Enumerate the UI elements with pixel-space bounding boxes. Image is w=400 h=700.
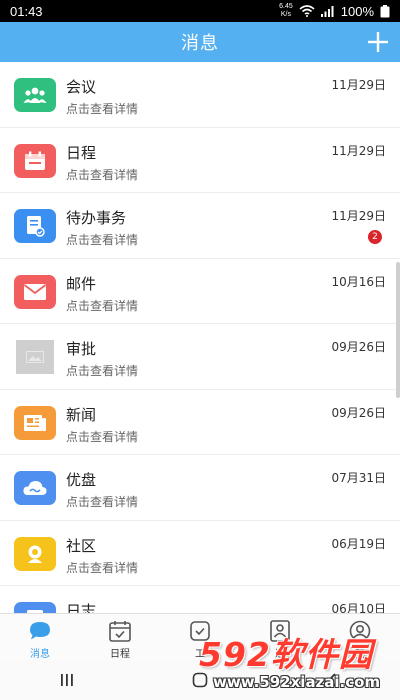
message-title: 审批 [66, 340, 97, 358]
meeting-group-icon [14, 78, 56, 112]
community-icon [14, 536, 56, 571]
tab-label: 工 [195, 649, 205, 660]
message-date: 06月10日 [331, 602, 386, 613]
home-button-icon [192, 672, 208, 688]
tab-contacts[interactable]: 通 [240, 614, 320, 660]
message-item-log[interactable]: 日志 06月10日 [0, 586, 400, 613]
message-item-meeting[interactable]: 会议 点击查看详情 11月29日 [0, 62, 400, 128]
tab-work[interactable]: 工 [160, 614, 240, 660]
message-date: 11月29日 [331, 143, 386, 158]
battery-percent: 100% [340, 3, 374, 19]
image-placeholder-icon [16, 340, 54, 374]
newspaper-icon [14, 405, 56, 440]
tab-label: 日程 [110, 649, 130, 660]
mail-envelope-icon [14, 274, 56, 309]
message-subtitle: 点击查看详情 [66, 364, 139, 378]
message-list[interactable]: 会议 点击查看详情 11月29日 日程 点击查看详情 11月29日 待办事务 点… [0, 62, 400, 613]
message-item-approval[interactable]: 审批 点击查看详情 09月26日 [0, 324, 400, 390]
message-item-mail[interactable]: 邮件 点击查看详情 10月16日 [0, 259, 400, 324]
message-title: 会议 [66, 78, 97, 96]
message-title: 日程 [66, 143, 97, 162]
add-button[interactable] [364, 28, 392, 56]
message-title: 社区 [66, 536, 97, 555]
calendar-check-icon [109, 621, 131, 642]
app-header: 消息 [0, 22, 400, 62]
unread-count-badge: 2 [368, 230, 382, 244]
log-book-icon [14, 602, 56, 613]
battery-icon [380, 4, 390, 17]
chat-bubble-icon [30, 622, 50, 640]
cloud-disk-icon [14, 471, 56, 505]
message-subtitle: 点击查看详情 [66, 233, 139, 247]
message-subtitle: 点击查看详情 [66, 167, 139, 182]
status-time: 01:43 [10, 3, 43, 19]
message-item-schedule[interactable]: 日程 点击查看详情 11月29日 [0, 128, 400, 193]
message-subtitle: 点击查看详情 [66, 102, 139, 116]
plus-icon [368, 32, 388, 52]
tab-label: 消息 [30, 649, 50, 660]
message-date: 09月26日 [331, 405, 386, 420]
todo-document-icon [14, 209, 56, 243]
message-date: 06月19日 [331, 536, 386, 551]
scrollbar-handle[interactable] [396, 262, 400, 398]
tab-messages[interactable]: 消息 [0, 614, 80, 660]
status-indicators: 6.45 K/s 100% [279, 3, 390, 19]
tab-label: 我 [355, 649, 365, 660]
message-subtitle: 点击查看详情 [66, 495, 139, 509]
profile-icon [349, 620, 371, 642]
message-subtitle: 点击查看详情 [66, 429, 139, 444]
message-subtitle: 点击查看详情 [66, 298, 139, 313]
message-title: 日志 [66, 602, 97, 613]
message-subtitle: 点击查看详情 [66, 560, 139, 575]
message-item-community[interactable]: 社区 点击查看详情 06月19日 [0, 521, 400, 586]
status-bar: 01:43 6.45 K/s 100% [0, 0, 400, 22]
work-icon [190, 621, 210, 641]
message-date: 10月16日 [331, 274, 386, 289]
message-title: 邮件 [66, 274, 97, 293]
back-button-icon [328, 673, 336, 687]
recents-button-icon [60, 674, 73, 686]
message-title: 优盘 [66, 471, 97, 489]
tab-profile[interactable]: 我 [320, 614, 400, 660]
contacts-icon [270, 620, 290, 642]
message-date: 09月26日 [331, 340, 386, 354]
message-item-udisk[interactable]: 优盘 点击查看详情 07月31日 [0, 455, 400, 521]
message-title: 新闻 [66, 405, 97, 424]
message-item-todo[interactable]: 待办事务 点击查看详情 11月29日 2 [0, 193, 400, 259]
message-date: 11月29日 [331, 78, 386, 92]
message-item-news[interactable]: 新闻 点击查看详情 09月26日 [0, 390, 400, 455]
back-button[interactable] [303, 665, 363, 695]
tab-label: 通 [275, 649, 285, 660]
message-title: 待办事务 [66, 209, 127, 227]
bottom-tab-bar: 消息 日程 工 通 我 [0, 613, 400, 660]
recents-button[interactable] [37, 665, 97, 695]
page-title: 消息 [181, 33, 219, 54]
signal-icon [320, 6, 334, 17]
message-date: 11月29日 [331, 209, 386, 223]
calendar-icon [14, 143, 56, 178]
system-nav-bar [0, 660, 400, 700]
wifi-icon [299, 5, 315, 17]
network-speed: 6.45 K/s [279, 3, 293, 18]
tab-schedule[interactable]: 日程 [80, 614, 160, 660]
message-date: 07月31日 [331, 471, 386, 485]
home-button[interactable] [170, 665, 230, 695]
